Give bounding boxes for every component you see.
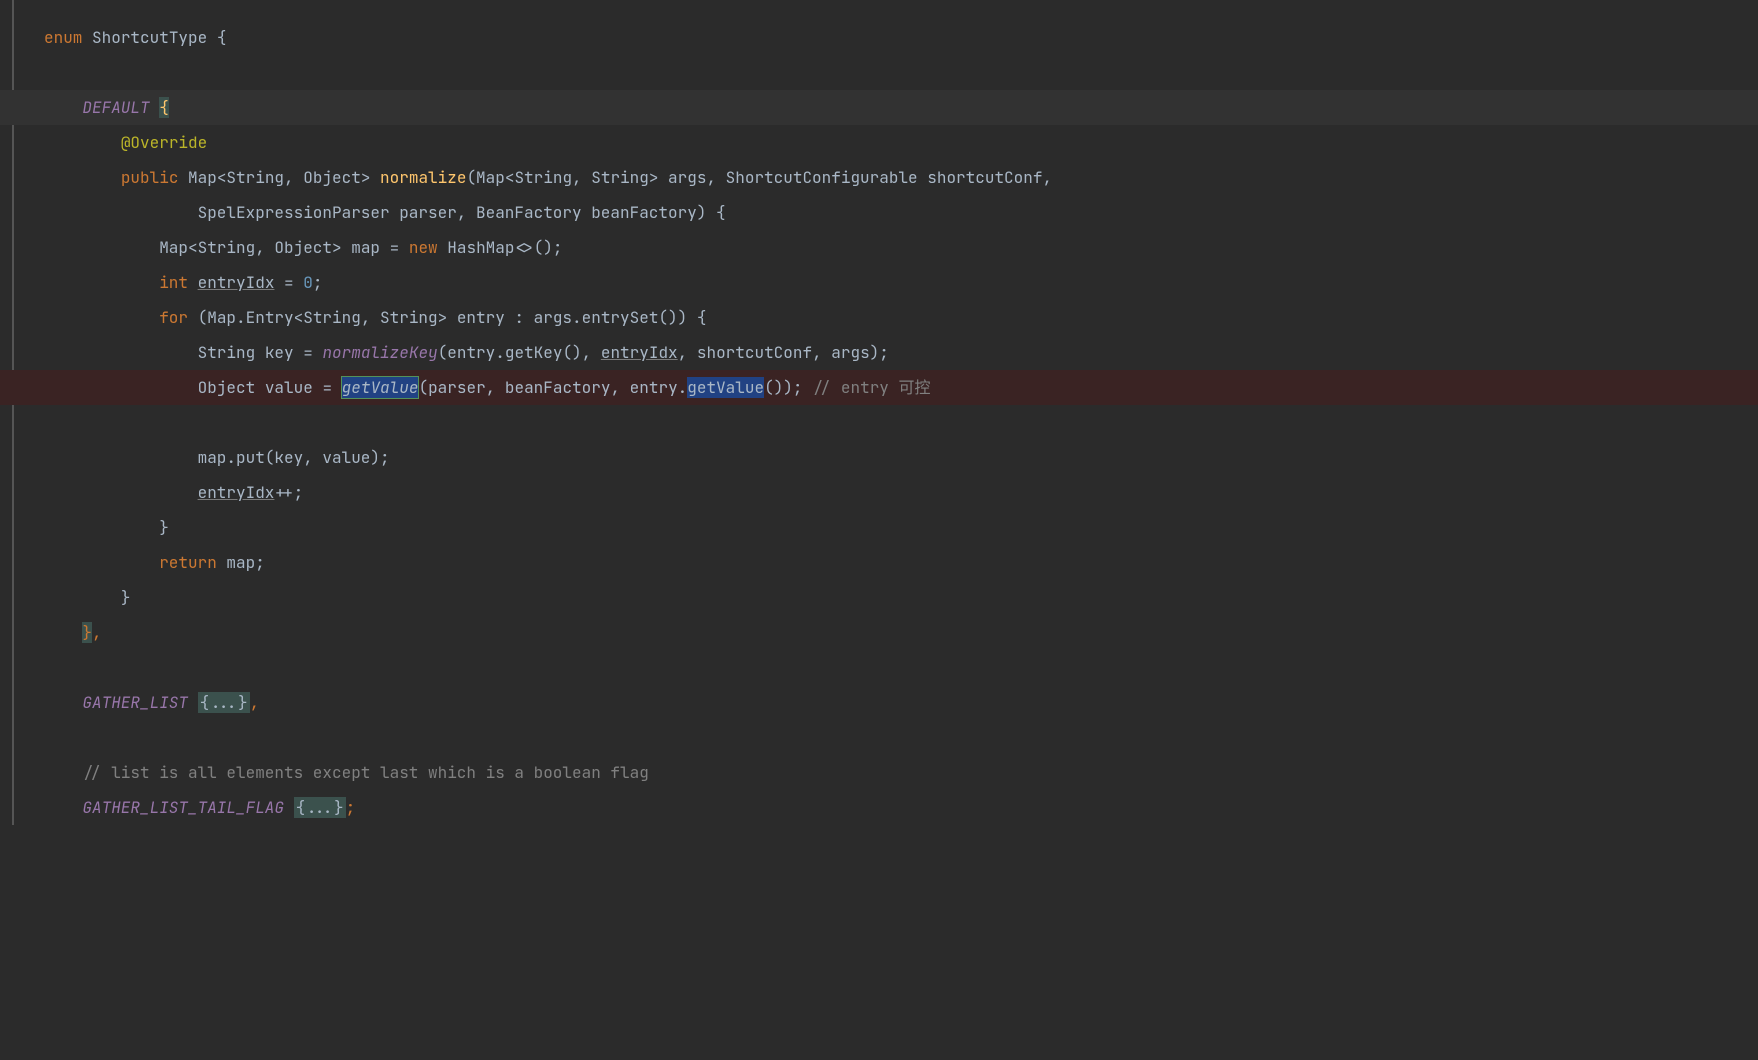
constructor: HashMap<>();: [447, 237, 562, 258]
selection-getvalue-2[interactable]: getValue: [687, 377, 764, 398]
code-line[interactable]: Map<String, Object> map = new HashMap<>(…: [0, 230, 1758, 265]
var-ref-underlined: entryIdx: [601, 342, 678, 363]
number-literal: 0: [303, 272, 313, 293]
keyword-new: new: [409, 237, 438, 258]
code-line[interactable]: public Map<String, Object> normalize(Map…: [0, 160, 1758, 195]
brace-close: }: [159, 517, 169, 538]
inc-tail: ++;: [274, 482, 303, 503]
comma: ,: [250, 692, 260, 713]
keyword-enum: enum: [44, 27, 82, 48]
code-line[interactable]: SpelExpressionParser parser, BeanFactory…: [0, 195, 1758, 230]
code-line[interactable]: return map;: [0, 545, 1758, 580]
method-name: normalize: [380, 167, 466, 188]
var-name: map: [351, 237, 380, 258]
code-line[interactable]: }: [0, 580, 1758, 615]
code-line-blank[interactable]: [0, 650, 1758, 685]
args-a: (entry.getKey(),: [438, 342, 601, 363]
statement: map.put(key, value);: [198, 447, 390, 468]
code-line[interactable]: }: [0, 510, 1758, 545]
code-line-highlight[interactable]: DEFAULT {: [0, 90, 1758, 125]
call-mid: (parser, beanFactory, entry.: [418, 377, 687, 398]
comma: ,: [92, 622, 102, 643]
code-line[interactable]: entryIdx++;: [0, 475, 1758, 510]
brace-close-match: }: [82, 622, 92, 643]
return-type: Map<String, Object>: [188, 167, 370, 188]
enum-constant: DEFAULT: [82, 97, 149, 118]
code-line-error[interactable]: Object value = getValue(parser, beanFact…: [0, 370, 1758, 405]
var-name: key: [265, 342, 294, 363]
code-line[interactable]: // list is all elements except last whic…: [0, 755, 1758, 790]
selection-getvalue[interactable]: getValue: [342, 377, 419, 398]
code-line[interactable]: @Override: [0, 125, 1758, 160]
fold-region[interactable]: {...}: [294, 797, 346, 818]
brace-open: {: [217, 27, 227, 48]
for-head: (Map.Entry<String, String> entry : args.…: [198, 307, 707, 328]
enum-constant: GATHER_LIST: [82, 692, 188, 713]
var-type: String: [198, 342, 256, 363]
brace-open-selected: {: [159, 97, 169, 118]
var-ref: map: [226, 552, 255, 573]
keyword-for: for: [159, 307, 188, 328]
args-b: , shortcutConf, args);: [678, 342, 889, 363]
equals: =: [303, 342, 322, 363]
code-line-blank[interactable]: [0, 55, 1758, 90]
code-line[interactable]: GATHER_LIST_TAIL_FLAG {...};: [0, 790, 1758, 825]
code-line[interactable]: GATHER_LIST {...},: [0, 685, 1758, 720]
method-sig-1: (Map<String, String> args, ShortcutConfi…: [466, 167, 1052, 188]
annotation-override: @Override: [121, 132, 207, 153]
method-call-italic: normalizeKey: [322, 342, 437, 363]
method-sig-2: SpelExpressionParser parser, BeanFactory…: [198, 202, 726, 223]
code-line-blank[interactable]: [0, 405, 1758, 440]
equals: =: [322, 377, 341, 398]
var-ref-underlined: entryIdx: [198, 482, 275, 503]
comment: // entry 可控: [812, 377, 930, 398]
semicolon: ;: [313, 272, 323, 293]
semicolon: ;: [255, 552, 265, 573]
code-line[interactable]: int entryIdx = 0;: [0, 265, 1758, 300]
code-editor[interactable]: enum ShortcutType { DEFAULT { @Override …: [0, 0, 1758, 825]
keyword-public: public: [121, 167, 179, 188]
call-tail: ());: [764, 377, 812, 398]
equals: =: [390, 237, 400, 258]
var-type: Object: [198, 377, 256, 398]
code-line-blank[interactable]: [0, 720, 1758, 755]
code-line[interactable]: for (Map.Entry<String, String> entry : a…: [0, 300, 1758, 335]
code-line[interactable]: },: [0, 615, 1758, 650]
keyword-int: int: [159, 272, 188, 293]
brace-close: }: [121, 587, 131, 608]
var-type: Map<String, Object>: [159, 237, 341, 258]
comment: // list is all elements except last whic…: [82, 762, 648, 783]
code-line[interactable]: enum ShortcutType {: [0, 20, 1758, 55]
equals: =: [284, 272, 303, 293]
semicolon: ;: [346, 797, 356, 818]
enum-constant: GATHER_LIST_TAIL_FLAG: [82, 797, 284, 818]
var-name-underlined: entryIdx: [198, 272, 275, 293]
keyword-return: return: [159, 552, 217, 573]
code-line[interactable]: String key = normalizeKey(entry.getKey()…: [0, 335, 1758, 370]
type-name: ShortcutType: [92, 27, 207, 48]
fold-region[interactable]: {...}: [198, 692, 250, 713]
code-line[interactable]: map.put(key, value);: [0, 440, 1758, 475]
var-name: value: [265, 377, 313, 398]
